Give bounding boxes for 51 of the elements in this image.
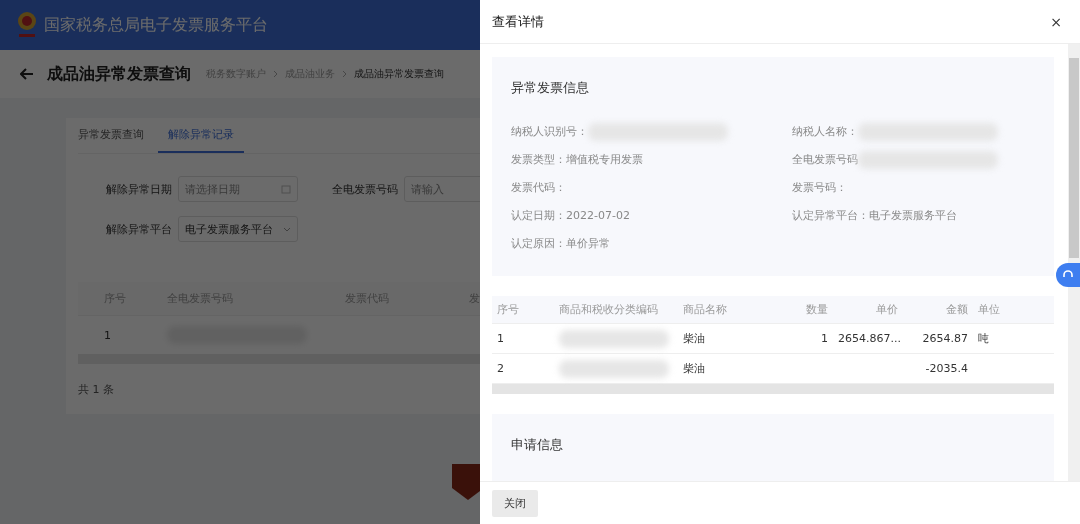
field-label: 发票类型： <box>511 152 566 167</box>
table-cell-text: -2035.4 <box>924 362 969 375</box>
drawer-title: 查看详情 <box>492 12 544 31</box>
column-header: 单位 <box>977 302 1001 317</box>
table-cell-text: 1 <box>104 328 112 342</box>
table-cell-text: 柴油 <box>682 361 706 376</box>
tab[interactable]: 解除异常记录 <box>158 118 244 153</box>
column-header: 单价 <box>875 302 899 317</box>
emblem-icon <box>16 10 38 40</box>
support-button[interactable] <box>1056 263 1080 287</box>
scrollbar[interactable] <box>1068 44 1080 481</box>
column-header: 金额 <box>945 302 969 317</box>
select-field[interactable]: 电子发票服务平台 <box>178 216 298 242</box>
column-header: 商品和税收分类编码 <box>558 302 659 317</box>
field-value: 单价异常 <box>566 236 610 251</box>
table-cell-text: 1 <box>496 332 505 345</box>
close-button[interactable]: 关闭 <box>492 489 538 517</box>
table-cell-text: 柴油 <box>682 331 706 346</box>
field-label: 发票号码： <box>792 180 847 195</box>
column-header: 商品名称 <box>682 302 728 317</box>
table-cell-text: 1 <box>820 332 829 345</box>
scrollbar[interactable] <box>492 384 1054 394</box>
table-cell-text: 2654.87 <box>921 332 969 345</box>
table-cell-text: 2654.867... <box>837 332 902 345</box>
back-arrow-icon[interactable] <box>20 68 34 80</box>
field-value: 电子发票服务平台 <box>869 208 957 223</box>
filter-label: 全电发票号码 <box>332 181 398 197</box>
site-title: 国家税务总局电子发票服务平台 <box>44 14 268 36</box>
column-header: 数量 <box>805 302 829 317</box>
field-label: 纳税人识别号： <box>511 124 588 139</box>
column-header: 序号 <box>496 302 520 317</box>
chevron-right-icon <box>342 70 347 78</box>
chevron-right-icon <box>273 70 278 78</box>
chevron-down-icon <box>283 226 291 232</box>
field-label: 认定异常平台： <box>792 208 869 223</box>
field-label: 纳税人名称： <box>792 124 858 139</box>
filter-label: 解除异常平台 <box>106 221 172 237</box>
field-label: 认定日期： <box>511 208 566 223</box>
close-button[interactable]: × <box>1050 13 1062 30</box>
section-title: 申请信息 <box>511 436 563 454</box>
table-cell-text: 2 <box>496 362 505 375</box>
table-cell-text: 吨 <box>977 331 990 346</box>
field-label: 认定原因： <box>511 236 566 251</box>
total-count: 共 1 条 <box>78 382 114 397</box>
breadcrumb-item[interactable]: 成品油异常发票查询 <box>354 67 444 81</box>
field-label: 全电发票号码 <box>792 152 858 167</box>
field-value: 增值税专用发票 <box>566 152 643 167</box>
field-value: 2022-07-02 <box>566 209 630 222</box>
page-title: 成品油异常发票查询 <box>47 63 191 85</box>
section-title: 异常发票信息 <box>511 79 589 97</box>
filter-label: 解除异常日期 <box>106 181 172 197</box>
